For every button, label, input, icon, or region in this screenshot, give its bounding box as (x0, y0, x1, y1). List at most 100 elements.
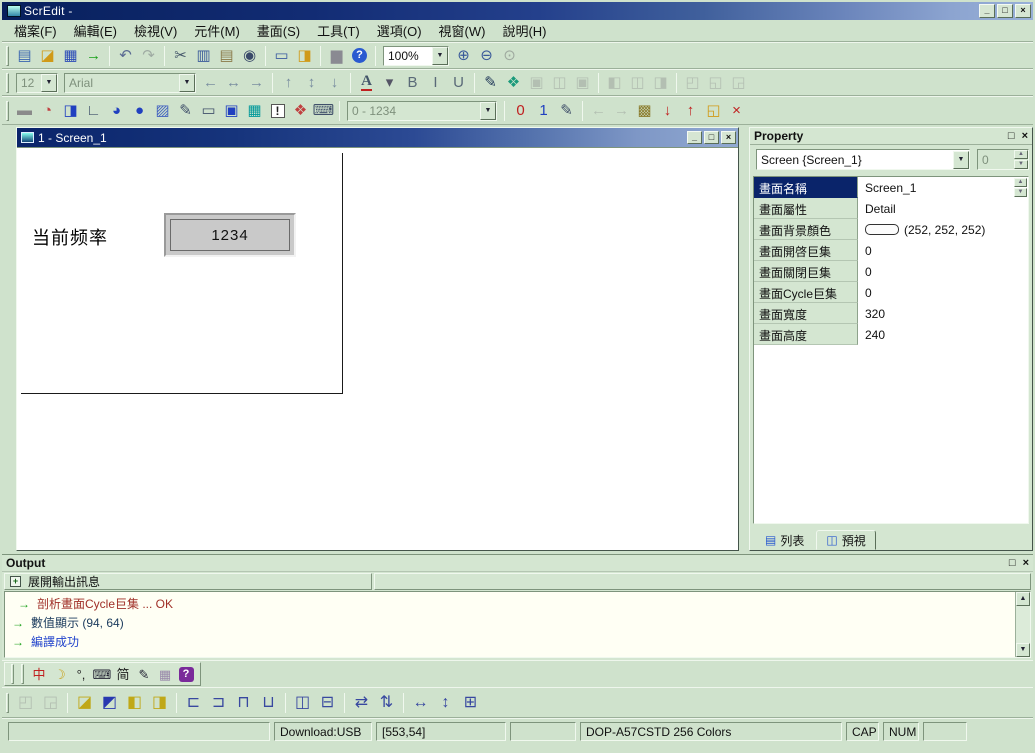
ime-soft-keyboard-button[interactable]: ⌨ (92, 664, 112, 684)
property-value[interactable]: 240 (858, 324, 1028, 345)
numeric-display-tool-button[interactable]: ▦ (243, 100, 266, 122)
expand-icon[interactable]: + (10, 576, 21, 587)
zoom-out-button[interactable]: ⊖ (475, 45, 498, 67)
toolbar-grip[interactable] (6, 73, 9, 93)
state-edit-button[interactable]: ✎ (555, 100, 578, 122)
center-horizontal-button[interactable]: ◫ (290, 691, 315, 715)
toolbar-grip[interactable] (6, 101, 9, 121)
rectangle-element-button[interactable]: ▨ (151, 100, 174, 122)
undo-button[interactable]: ↶ (114, 45, 137, 67)
move-down-button[interactable]: ↓ (323, 72, 346, 94)
stretch-horizontal-button[interactable]: ↔ (222, 72, 245, 94)
drawing-element-button[interactable]: ▣ (220, 100, 243, 122)
ime-language-button[interactable]: 中 (29, 664, 49, 684)
menu-options[interactable]: 選項(O) (369, 18, 430, 43)
maximize-button[interactable]: □ (997, 4, 1013, 18)
menu-tools[interactable]: 工具(T) (309, 18, 368, 43)
text-element-button[interactable]: ✎ (174, 100, 197, 122)
property-target-select[interactable]: Screen {Screen_1} ▼ (756, 149, 970, 170)
menu-element[interactable]: 元件(M) (186, 18, 248, 43)
move-left-button[interactable]: ← (199, 72, 222, 94)
open-folder-button[interactable]: ◱ (702, 100, 725, 122)
space-vertical-button[interactable]: ⇅ (374, 691, 399, 715)
text-color-dropdown-button[interactable]: ▾ (378, 72, 401, 94)
screen-window-titlebar[interactable]: 1 - Screen_1 _ □ × (17, 128, 738, 147)
ime-punctuation-button[interactable]: °, (71, 664, 91, 684)
italic-button[interactable]: I (424, 72, 447, 94)
delete-compiled-button[interactable]: × (725, 100, 748, 122)
underline-button[interactable]: U (447, 72, 470, 94)
ime-grip[interactable] (11, 664, 14, 684)
find-button[interactable]: ◉ (238, 45, 261, 67)
align-top-button[interactable]: ⊓ (231, 691, 256, 715)
state-zero-button[interactable]: 0 (509, 100, 532, 122)
cut-button[interactable]: ✂ (169, 45, 192, 67)
property-value[interactable]: Detail (858, 198, 1028, 219)
meter-element-button[interactable]: ◔ (36, 100, 59, 122)
bring-forward-button[interactable]: ◧ (122, 691, 147, 715)
bar-element-button[interactable]: ◨ (59, 100, 82, 122)
property-row[interactable]: 畫面屬性Detail (754, 198, 1028, 219)
property-row[interactable]: 畫面名稱Screen_1 (754, 177, 1028, 198)
space-horizontal-button[interactable]: ⇄ (349, 691, 374, 715)
menu-view[interactable]: 檢視(V) (126, 18, 185, 43)
same-size-button[interactable]: ⊞ (458, 691, 483, 715)
upload-button[interactable]: ↑ (679, 100, 702, 122)
copy-button[interactable]: ▥ (192, 45, 215, 67)
property-value[interactable]: 0 (858, 261, 1028, 282)
tab-預視[interactable]: ◫預視 (816, 530, 875, 550)
spinner-down-icon[interactable]: ▼ (1014, 188, 1027, 197)
property-value[interactable]: 320 (858, 303, 1028, 324)
numeric-display-element[interactable]: 1234 (164, 213, 296, 257)
align-left-button[interactable]: ⊏ (181, 691, 206, 715)
screen-minimize-button[interactable]: _ (687, 131, 702, 144)
save-project-button[interactable]: ▦ (59, 45, 82, 67)
output-float-icon[interactable]: □ (1009, 557, 1016, 569)
ime-shape-button[interactable]: ☽ (50, 664, 70, 684)
property-float-icon[interactable]: □ (1008, 130, 1015, 142)
property-value[interactable]: (252, 252, 252) (858, 219, 1028, 240)
screen-canvas[interactable]: 当前频率 1234 (17, 147, 738, 550)
tab-列表[interactable]: ▤列表 (755, 530, 814, 550)
output-scrollbar[interactable]: ▲ ▼ (1015, 592, 1030, 657)
screen-close-button[interactable]: × (721, 131, 736, 144)
button-element-button[interactable]: ▬ (13, 100, 36, 122)
scroll-down-icon[interactable]: ▼ (1016, 643, 1030, 657)
same-height-button[interactable]: ↕ (433, 691, 458, 715)
align-bottom-button[interactable]: ⊔ (256, 691, 281, 715)
paste-button[interactable]: ▤ (215, 45, 238, 67)
property-row[interactable]: 畫面Cycle巨集0 (754, 282, 1028, 303)
property-value[interactable]: 0 (858, 282, 1028, 303)
send-backward-button[interactable]: ◨ (147, 691, 172, 715)
new-screen-button[interactable]: ▭ (270, 45, 293, 67)
output-message[interactable]: →剖析畫面Cycle巨集 ... OK (5, 594, 1015, 613)
menu-file[interactable]: 檔案(F) (6, 18, 65, 43)
ime-simplified-button[interactable]: 简 (113, 664, 133, 684)
property-row[interactable]: 畫面關閉巨集0 (754, 261, 1028, 282)
text-color-button[interactable]: A (355, 72, 378, 94)
ime-help-button[interactable]: ? (176, 664, 196, 684)
output-message[interactable]: →數值顯示 (94, 64) (5, 613, 1015, 632)
property-row[interactable]: 畫面背景顏色(252, 252, 252) (754, 219, 1028, 240)
property-row[interactable]: 畫面寬度320 (754, 303, 1028, 324)
alarm-element-button[interactable]: ! (266, 100, 289, 122)
send-to-back-button[interactable]: ◩ (97, 691, 122, 715)
keypad-element-button[interactable]: ⌨ (312, 100, 335, 122)
help-button[interactable]: ? (348, 45, 371, 67)
print-button[interactable]: ▆ (325, 45, 348, 67)
spinner-up-icon[interactable]: ▲ (1014, 150, 1028, 159)
graph-element-button[interactable]: ❖ (289, 100, 312, 122)
compile-button[interactable]: ▩ (633, 100, 656, 122)
download-button[interactable]: ↓ (656, 100, 679, 122)
bold-button[interactable]: B (401, 72, 424, 94)
menu-help[interactable]: 說明(H) (494, 18, 554, 43)
scroll-up-icon[interactable]: ▲ (1016, 592, 1030, 606)
property-value[interactable]: 0 (858, 240, 1028, 261)
toolbar-grip[interactable] (6, 693, 9, 713)
open-screen-button[interactable]: ◨ (293, 45, 316, 67)
property-row[interactable]: 畫面高度240 (754, 324, 1028, 345)
ime-pen-button[interactable]: ✎ (134, 664, 154, 684)
state-one-button[interactable]: 1 (532, 100, 555, 122)
output-close-icon[interactable]: × (1023, 557, 1029, 569)
screen-change-element-button[interactable]: ▭ (197, 100, 220, 122)
